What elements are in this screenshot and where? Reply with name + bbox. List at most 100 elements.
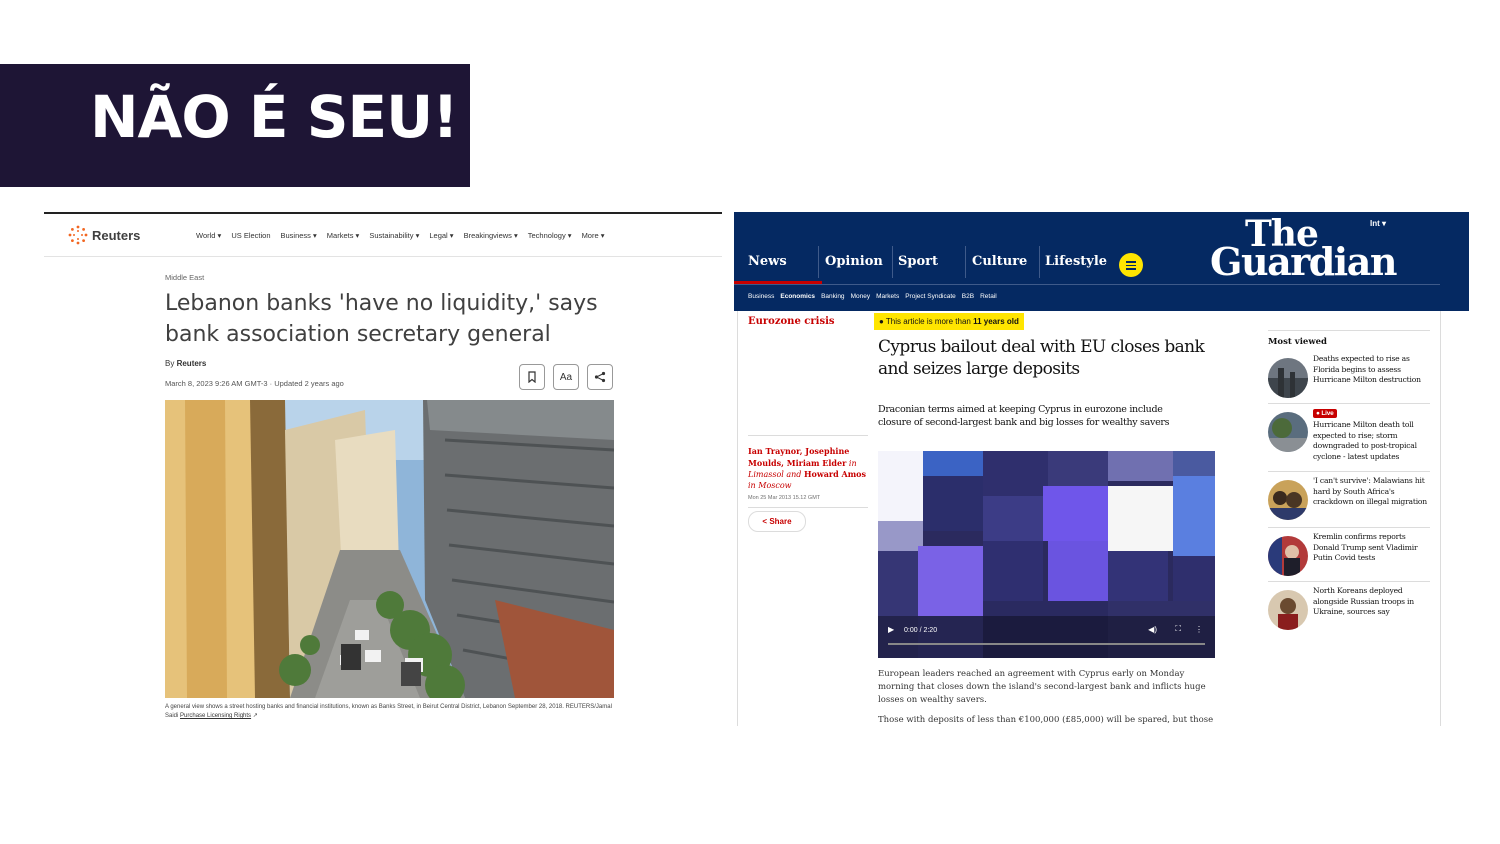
most-viewed-divider	[1268, 330, 1430, 331]
clock-icon: ●	[879, 317, 884, 326]
most-viewed-text: Kremlin confirms reports Donald Trump se…	[1313, 532, 1418, 562]
pillar-culture[interactable]: Culture	[972, 254, 1027, 269]
article-headline: Cyprus bailout deal with EU closes bank …	[878, 337, 1205, 379]
authors-secondary[interactable]: Howard Amos	[804, 469, 866, 479]
external-link-icon: ↗	[252, 713, 258, 719]
edition-selector[interactable]: Int ▾	[1370, 219, 1386, 228]
reuters-menu: World ▾ US Election Business ▾ Markets ▾…	[196, 231, 605, 240]
most-viewed-item[interactable]: ● Live Hurricane Milton death toll expec…	[1268, 403, 1430, 461]
bookmark-icon	[528, 371, 536, 383]
most-viewed-text-content: Hurricane Milton death toll expected to …	[1313, 420, 1417, 461]
menu-item-more[interactable]: More ▾	[582, 231, 605, 240]
series-label[interactable]: Eurozone crisis	[748, 316, 835, 327]
body-paragraph: Those with deposits of less than €100,00…	[878, 715, 1214, 725]
section-label[interactable]: Middle East	[165, 273, 204, 282]
article-date: March 8, 2023 9:26 AM GMT-3 · Updated 2 …	[165, 379, 344, 388]
subnav-business[interactable]: Business	[748, 293, 774, 300]
share-icon: <	[762, 517, 768, 526]
article-standfirst: Draconian terms aimed at keeping Cyprus …	[878, 404, 1170, 428]
share-label: Share	[769, 517, 792, 526]
body-paragraph: European leaders reached an agreement wi…	[878, 669, 1206, 705]
menu-item-world[interactable]: World ▾	[196, 231, 221, 240]
most-viewed-heading: Most viewed	[1268, 337, 1327, 347]
text-size-button[interactable]: Aa	[553, 364, 579, 390]
hamburger-icon-line	[1126, 268, 1136, 270]
pillar-opinion[interactable]: Opinion	[825, 254, 883, 269]
authors-location-2: in Moscow	[748, 480, 792, 490]
subnav-project-syndicate[interactable]: Project Syndicate	[905, 293, 956, 300]
guardian-article-screenshot: News Opinion Sport Culture Lifestyle Int…	[734, 212, 1469, 726]
bookmark-button[interactable]	[519, 364, 545, 390]
licensing-link[interactable]: Purchase Licensing Rights	[180, 713, 251, 719]
authors-and: and	[783, 470, 804, 479]
play-icon[interactable]: ▶	[888, 625, 894, 634]
item-divider	[1268, 471, 1430, 472]
subnav-banking[interactable]: Banking	[821, 293, 845, 300]
fullscreen-icon[interactable]: ⛶	[1175, 624, 1181, 634]
item-divider	[1268, 527, 1430, 528]
pillar-divider	[818, 246, 819, 278]
share-button[interactable]: < Share	[748, 511, 806, 532]
age-prefix: This article is more than	[885, 317, 971, 326]
banner-title: NÃO É SEU!	[90, 83, 459, 151]
menu-item-us-election[interactable]: US Election	[231, 231, 270, 240]
guardian-header: News Opinion Sport Culture Lifestyle Int…	[734, 212, 1469, 311]
video-player[interactable]: ▶ 0:00 / 2:20 ◀) ⛶ ⋮	[878, 451, 1215, 658]
share-icon	[594, 371, 606, 383]
hamburger-icon-line	[1126, 264, 1136, 266]
most-viewed-text: North Koreans deployed alongside Russian…	[1313, 586, 1414, 616]
volume-icon[interactable]: ◀)	[1148, 625, 1157, 634]
video-progress-bar[interactable]	[888, 643, 1205, 645]
subnav-b2b[interactable]: B2B	[962, 293, 974, 300]
thumbnail-image	[1268, 358, 1308, 398]
article-age-warning: ● This article is more than 11 years old	[874, 313, 1024, 330]
reuters-navbar: Reuters World ▾ US Election Business ▾ M…	[44, 214, 722, 257]
thumbnail-image	[1268, 480, 1308, 520]
most-viewed-text: ● Live Hurricane Milton death toll expec…	[1313, 408, 1431, 462]
more-options-icon[interactable]: ⋮	[1195, 625, 1203, 634]
most-viewed-item[interactable]: Kremlin confirms reports Donald Trump se…	[1268, 527, 1430, 582]
menu-item-markets[interactable]: Markets ▾	[327, 231, 360, 240]
subnav-markets[interactable]: Markets	[876, 293, 899, 300]
most-viewed-text: Deaths expected to rise as Florida begin…	[1313, 354, 1421, 384]
menu-button[interactable]	[1119, 253, 1143, 277]
age-value: 11 years old	[973, 317, 1019, 326]
menu-item-legal[interactable]: Legal ▾	[429, 231, 453, 240]
most-viewed-text: 'I can't survive': Malawians hit hard by…	[1313, 476, 1427, 506]
subnav-economics[interactable]: Economics	[780, 293, 815, 300]
menu-item-business[interactable]: Business ▾	[281, 231, 317, 240]
share-button[interactable]	[587, 364, 613, 390]
subnav: Business Economics Banking Money Markets…	[748, 293, 997, 300]
article-headline: Lebanon banks 'have no liquidity,' says …	[165, 291, 598, 347]
byline-author[interactable]: Reuters	[177, 359, 207, 368]
reuters-logo[interactable]: Reuters	[92, 228, 140, 243]
pillar-divider	[1039, 246, 1040, 278]
pillar-sport[interactable]: Sport	[898, 254, 938, 269]
photo-caption: A general view shows a street hosting ba…	[165, 703, 615, 721]
subnav-divider	[734, 284, 1440, 285]
subnav-retail[interactable]: Retail	[980, 293, 997, 300]
live-badge: ● Live	[1313, 409, 1337, 418]
meta-divider	[748, 435, 868, 436]
pillar-lifestyle[interactable]: Lifestyle	[1045, 254, 1107, 269]
most-viewed-item[interactable]: 'I can't survive': Malawians hit hard by…	[1268, 471, 1430, 526]
authors-primary[interactable]: Ian Traynor, Josephine Moulds, Miriam El…	[748, 446, 849, 468]
reuters-article-screenshot: Reuters World ▾ US Election Business ▾ M…	[44, 212, 722, 728]
menu-item-sustainability[interactable]: Sustainability ▾	[369, 231, 419, 240]
most-viewed-item[interactable]: Deaths expected to rise as Florida begin…	[1268, 352, 1430, 404]
menu-item-breakingviews[interactable]: Breakingviews ▾	[464, 231, 518, 240]
item-divider	[1268, 403, 1430, 404]
article-authors: Ian Traynor, Josephine Moulds, Miriam El…	[748, 446, 868, 491]
meta-divider	[748, 507, 868, 508]
pillar-news[interactable]: News	[748, 254, 787, 269]
article-body: European leaders reached an agreement wi…	[878, 668, 1218, 726]
authors-location: Limassol	[748, 470, 784, 479]
thumbnail-image	[1268, 590, 1308, 630]
menu-item-technology[interactable]: Technology ▾	[528, 231, 572, 240]
subnav-money[interactable]: Money	[851, 293, 871, 300]
most-viewed-item[interactable]: North Koreans deployed alongside Russian…	[1268, 581, 1430, 636]
byline: By Reuters	[165, 359, 206, 368]
reuters-logo-icon[interactable]	[68, 225, 88, 245]
authors-in: in	[846, 458, 857, 468]
guardian-logo-guardian[interactable]: Guardian	[1210, 242, 1397, 282]
